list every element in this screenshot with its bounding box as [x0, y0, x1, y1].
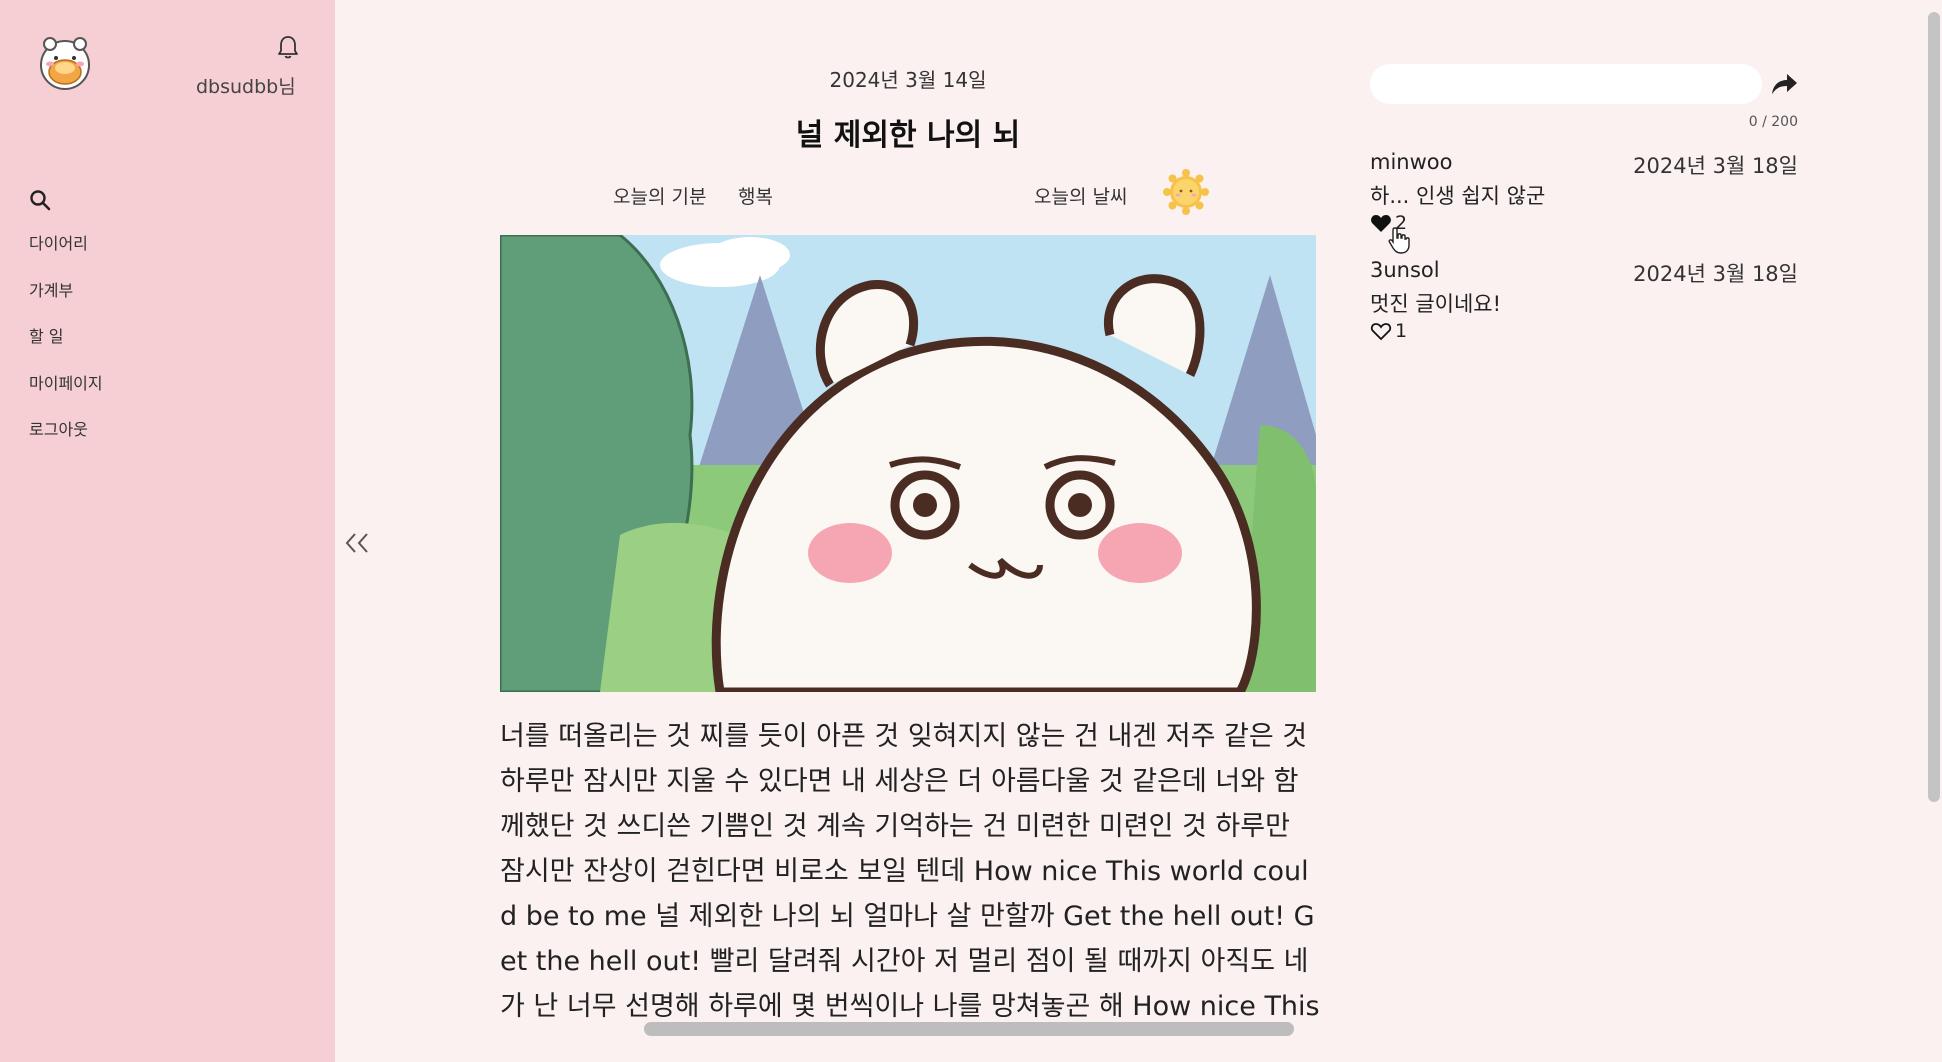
sun-icon: [1163, 169, 1209, 215]
comment-input[interactable]: [1370, 64, 1762, 104]
comment-item: minwoo 2024년 3월 18일 하... 인생 쉽지 않군 2: [1370, 150, 1800, 250]
horizontal-scrollbar[interactable]: [644, 1022, 1294, 1036]
chiikawa-crying-illustration: [500, 235, 1316, 692]
comment-text: 하... 인생 쉽지 않군: [1370, 184, 1546, 208]
post-date: 2024년 3월 14일: [829, 68, 987, 92]
sidebar-item-diary[interactable]: 다이어리: [29, 232, 103, 279]
like-count: 1: [1395, 320, 1408, 342]
comment-item: 3unsol 2024년 3월 18일 멋진 글이네요! 1: [1370, 258, 1800, 358]
post-title: 널 제외한 나의 뇌: [795, 118, 1021, 153]
comment-date: 2024년 3월 18일: [1633, 154, 1798, 178]
comment-author: 3unsol: [1370, 258, 1440, 282]
comment-date: 2024년 3월 18일: [1633, 262, 1798, 286]
search-icon[interactable]: [29, 189, 51, 211]
app: dbsudbb님 다이어리 가계부 할 일 마이페이지 로그아웃 2024년 3…: [0, 0, 1942, 1062]
username: dbsudbb님: [196, 76, 296, 98]
chiikawa-avatar-icon[interactable]: [34, 32, 96, 94]
double-chevron-left-icon[interactable]: [342, 528, 372, 558]
weather-label: 오늘의 날씨: [1034, 186, 1128, 208]
like-button[interactable]: 1: [1370, 320, 1407, 342]
mood-label: 오늘의 기분: [613, 186, 707, 208]
sidebar-item-logout[interactable]: 로그아웃: [29, 418, 103, 465]
vertical-scrollbar-thumb[interactable]: [1928, 12, 1940, 802]
sidebar-item-household-ledger[interactable]: 가계부: [29, 279, 103, 326]
comment-author: minwoo: [1370, 150, 1453, 174]
hand-pointer-cursor-icon: [1388, 227, 1410, 254]
sidebar-nav: 다이어리 가계부 할 일 마이페이지 로그아웃: [29, 232, 103, 465]
bell-icon[interactable]: [276, 34, 300, 60]
comment-text: 멋진 글이네요!: [1370, 292, 1502, 316]
char-count: 0 / 200: [1748, 114, 1798, 130]
heart-outline-icon: [1370, 323, 1392, 341]
sidebar-item-todo[interactable]: 할 일: [29, 325, 103, 372]
sidebar-item-mypage[interactable]: 마이페이지: [29, 372, 103, 419]
sidebar: dbsudbb님 다이어리 가계부 할 일 마이페이지 로그아웃: [0, 0, 335, 1062]
post-body: 너를 떠올리는 것 찌를 듯이 아픈 것 잊혀지지 않는 건 내겐 저주 같은 …: [500, 721, 1320, 1022]
share-arrow-icon[interactable]: [1770, 72, 1798, 96]
mood-value: 행복: [738, 186, 773, 208]
